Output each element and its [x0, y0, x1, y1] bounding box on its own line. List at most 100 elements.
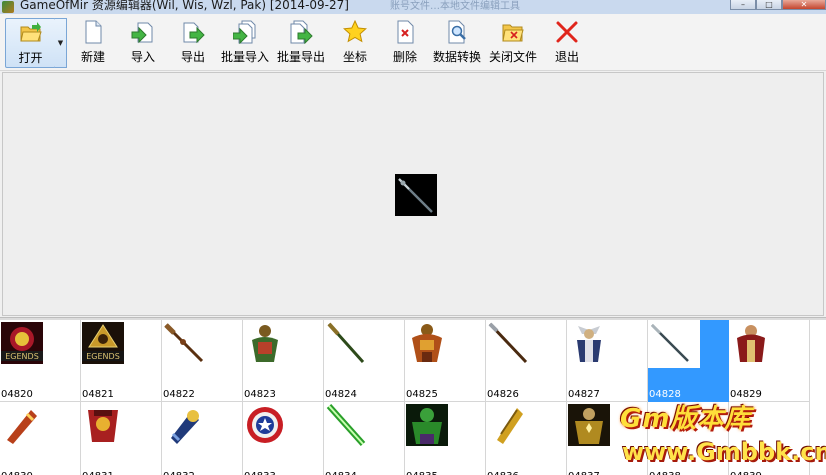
convert-search-icon — [445, 20, 469, 44]
delete-file-icon — [393, 20, 417, 44]
batch-import-icon — [233, 20, 257, 44]
batch-export-label: 批量导出 — [276, 50, 325, 64]
thumbnail-cell[interactable]: 04824 — [324, 320, 405, 402]
toolbar: 打开 ▼ 新建 导入 导出 批量导入 批量导出 坐标 删除 数据转换 关闭文件 … — [0, 14, 826, 71]
thumbnail-cell-selected[interactable]: 04828 — [648, 320, 729, 402]
coords-button[interactable]: 坐标 — [338, 18, 372, 68]
spear-sprite-thumbnail — [163, 322, 205, 364]
legends-logo-thumbnail: EGENDS — [1, 322, 43, 364]
folder-close-icon — [501, 20, 525, 44]
thumbnail-cell[interactable]: 04833 — [243, 402, 324, 475]
golden-relic-thumbnail — [487, 404, 529, 446]
delete-button[interactable]: 删除 — [388, 18, 422, 68]
folder-open-icon — [19, 21, 43, 45]
thumbnail-index: 04833 — [244, 471, 276, 475]
spear-sprite-thumbnail — [487, 322, 529, 364]
batch-export-button[interactable]: 批量导出 — [276, 18, 326, 68]
new-label: 新建 — [80, 50, 105, 64]
thumbnail-cell[interactable]: 04836 — [486, 402, 567, 475]
thumbnail-index: 04836 — [487, 471, 519, 475]
armor-sprite-thumbnail — [82, 404, 124, 446]
watermark-logo-text: Gm版本库 — [620, 404, 752, 434]
close-file-button[interactable]: 关闭文件 — [488, 18, 538, 68]
legends-logo-thumbnail: EGENDS — [82, 322, 124, 364]
image-preview[interactable] — [2, 72, 824, 316]
batch-export-icon — [289, 20, 313, 44]
import-label: 导入 — [130, 50, 155, 64]
thumbnail-index: 04826 — [487, 389, 519, 400]
warrior-sprite-thumbnail — [244, 322, 286, 364]
watermark-url-text: www.Gmbbk.cn — [622, 438, 826, 466]
thumbnail-index: 04827 — [568, 389, 600, 400]
thumbnail-index: 04837 — [568, 471, 600, 475]
title-bar: GameOfMir 资源编辑器(Wil, Wis, Wzl, Pak) [201… — [0, 0, 826, 14]
new-button[interactable]: 新建 — [76, 18, 110, 68]
thumbnail-cell[interactable]: 04831 — [81, 402, 162, 475]
thumbnail-index: 04832 — [163, 471, 195, 475]
open-button[interactable]: 打开 — [5, 18, 56, 68]
export-icon — [181, 20, 205, 44]
thumbnail-cell[interactable]: 04826 — [486, 320, 567, 402]
thumbnail-index: 04834 — [325, 471, 357, 475]
thumbnail-index: 04823 — [244, 389, 276, 400]
app-icon — [2, 1, 14, 13]
thumbnail-cell[interactable]: 04830 — [0, 402, 81, 475]
thumbnail-cell[interactable]: 04835 — [405, 402, 486, 475]
star-icon — [343, 20, 367, 44]
preview-sprite — [395, 174, 437, 216]
background-window-title: 账号文件…本地文件编辑工具 — [390, 1, 520, 12]
thumbnail-cell[interactable]: 04822 — [162, 320, 243, 402]
open-dropdown-arrow[interactable]: ▼ — [55, 18, 67, 68]
thumbnail-index: 04830 — [1, 471, 33, 475]
thumbnail-index: 04820 — [1, 389, 33, 400]
knight-sprite-thumbnail — [568, 322, 610, 364]
thumbnail-index: 04835 — [406, 471, 438, 475]
golden-knight-thumbnail — [568, 404, 610, 446]
thumbnail-index: 04821 — [82, 389, 114, 400]
shield-icon — [244, 404, 286, 446]
coords-label: 坐标 — [342, 50, 367, 64]
thumbnail-cell[interactable]: 04825 — [405, 320, 486, 402]
blade-sprite-thumbnail — [1, 404, 43, 446]
thumbnail-index: 04825 — [406, 389, 438, 400]
thumbnail-cell[interactable]: EGENDS 04820 — [0, 320, 81, 402]
thumbnail-index: 04822 — [163, 389, 195, 400]
green-blade-thumbnail — [325, 403, 367, 447]
thumbnail-cell[interactable]: 04829 — [729, 320, 810, 402]
watermark-overlay: Gm版本库 www.Gmbbk.cn — [618, 396, 826, 475]
window-controls: – □ ✕ — [730, 0, 826, 10]
import-button[interactable]: 导入 — [126, 18, 160, 68]
exit-button[interactable]: 退出 — [550, 18, 584, 68]
close-window-button[interactable]: ✕ — [782, 0, 826, 10]
new-file-icon — [81, 20, 105, 44]
export-button[interactable]: 导出 — [176, 18, 210, 68]
close-file-label: 关闭文件 — [488, 50, 537, 64]
sword-sprite-thumbnail — [325, 322, 367, 364]
window-title: GameOfMir 资源编辑器(Wil, Wis, Wzl, Pak) [201… — [20, 0, 349, 12]
convert-button[interactable]: 数据转换 — [432, 18, 482, 68]
svg-text:EGENDS: EGENDS — [5, 352, 39, 361]
batch-import-button[interactable]: 批量导入 — [220, 18, 270, 68]
minimize-button[interactable]: – — [730, 0, 756, 10]
thumbnail-cell[interactable]: EGENDS 04821 — [81, 320, 162, 402]
delete-label: 删除 — [392, 50, 417, 64]
spear-sprite-thumbnail — [649, 322, 691, 364]
import-icon — [131, 20, 155, 44]
export-label: 导出 — [180, 50, 205, 64]
mage-sprite-thumbnail — [730, 322, 772, 364]
hulk-sprite-thumbnail — [406, 404, 448, 446]
close-icon — [555, 20, 579, 44]
thumbnail-cell[interactable]: 04823 — [243, 320, 324, 402]
batch-import-label: 批量导入 — [220, 50, 269, 64]
exit-label: 退出 — [554, 50, 579, 64]
thumbnail-index: 04824 — [325, 389, 357, 400]
gauntlet-sprite-thumbnail — [163, 404, 205, 446]
open-label: 打开 — [18, 51, 43, 65]
thumbnail-cell[interactable]: 04827 — [567, 320, 648, 402]
thumbnail-cell[interactable]: 04832 — [162, 402, 243, 475]
armored-warrior-thumbnail — [406, 322, 448, 364]
thumbnail-index: 04831 — [82, 471, 114, 475]
maximize-button[interactable]: □ — [756, 0, 782, 10]
thumbnail-cell[interactable]: 04834 — [324, 402, 405, 475]
svg-text:EGENDS: EGENDS — [86, 352, 120, 361]
